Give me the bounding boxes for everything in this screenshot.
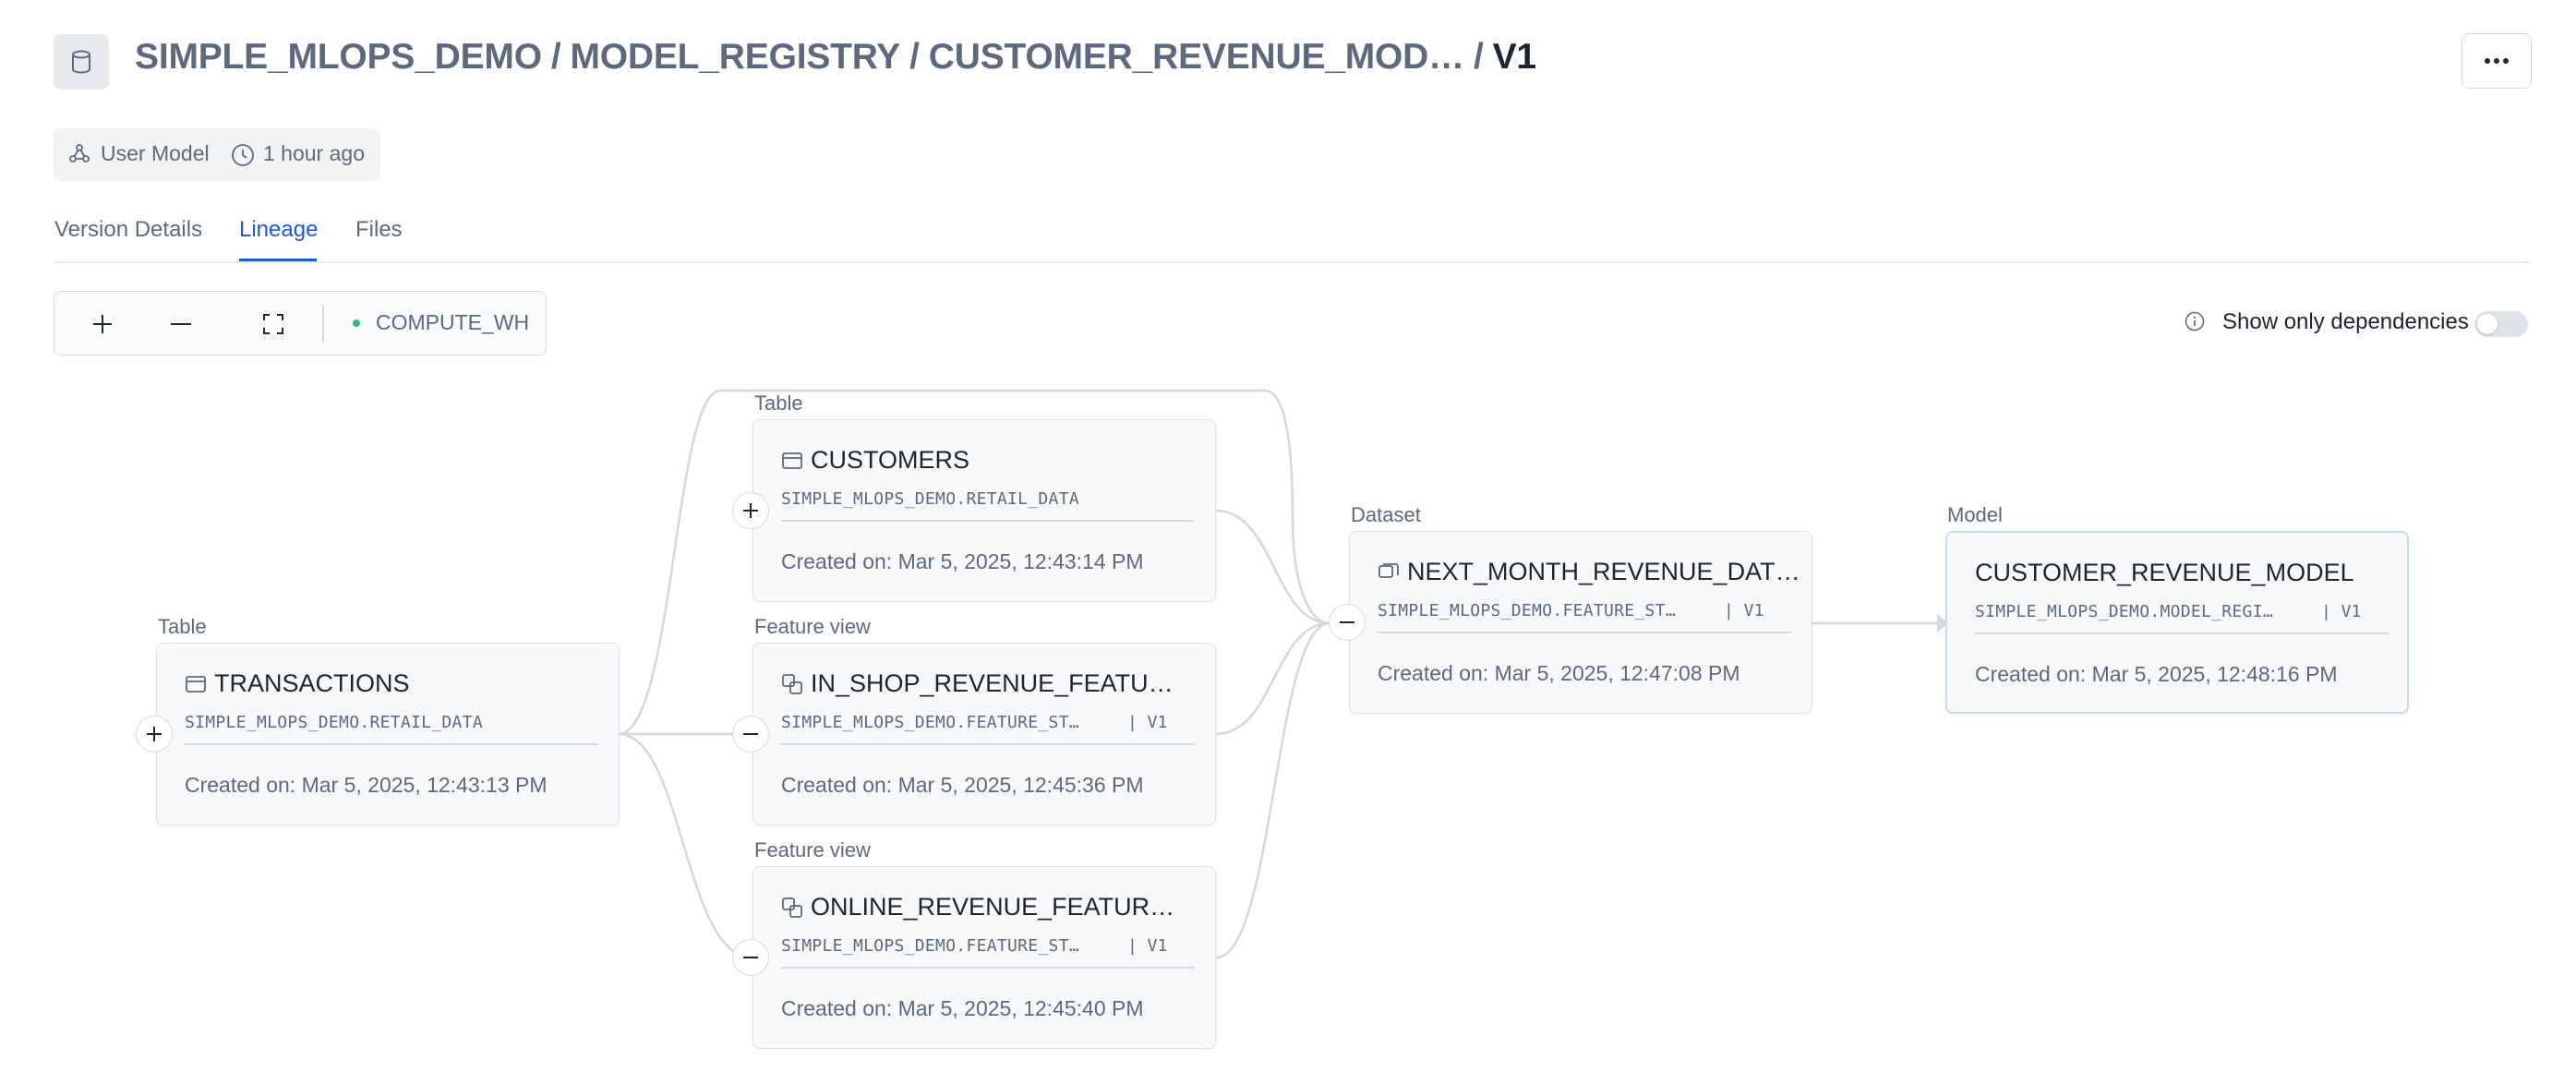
- node-divider: [185, 743, 598, 745]
- node-in-shop-revenue[interactable]: IN_SHOP_REVENUE_FEATU… SIMPLE_MLOPS_DEMO…: [752, 643, 1216, 825]
- node-created: Created on: Mar 5, 2025, 12:45:36 PM: [781, 773, 1144, 797]
- table-icon: [782, 452, 802, 469]
- group-label-transactions: Table: [158, 615, 207, 638]
- node-divider: [781, 743, 1195, 745]
- node-created: Created on: Mar 5, 2025, 12:47:08 PM: [1378, 661, 1740, 685]
- edge-in-shop-dataset: [1215, 621, 1330, 736]
- feature-view-icon: [782, 674, 802, 694]
- node-created: Created on: Mar 5, 2025, 12:43:14 PM: [781, 549, 1144, 573]
- node-title: TRANSACTIONS: [214, 669, 410, 697]
- expand-upstream-customers-button[interactable]: [732, 492, 769, 529]
- node-divider: [1378, 632, 1791, 633]
- edge-online-dataset: [1215, 621, 1330, 959]
- node-path: SIMPLE_MLOPS_DEMO.FEATURE_ST…: [1378, 601, 1676, 620]
- group-label-online: Feature view: [754, 838, 871, 861]
- group-label-dataset: Dataset: [1351, 503, 1421, 526]
- node-created: Created on: Mar 5, 2025, 12:43:13 PM: [185, 773, 548, 797]
- collapse-upstream-dataset-button[interactable]: [1329, 604, 1366, 641]
- dataset-icon: [1378, 563, 1399, 578]
- node-version: | V1: [1127, 713, 1168, 732]
- table-icon: [186, 676, 206, 693]
- node-title: NEXT_MONTH_REVENUE_DAT…: [1407, 558, 1800, 585]
- node-path: SIMPLE_MLOPS_DEMO.MODEL_REGI…: [1975, 602, 2273, 621]
- node-online-revenue[interactable]: ONLINE_REVENUE_FEATUR… SIMPLE_MLOPS_DEMO…: [752, 866, 1216, 1049]
- collapse-upstream-in-shop-button[interactable]: [732, 716, 769, 753]
- node-version: | V1: [2321, 602, 2362, 621]
- node-divider: [781, 520, 1195, 522]
- node-title: ONLINE_REVENUE_FEATUR…: [811, 893, 1175, 921]
- node-title: IN_SHOP_REVENUE_FEATU…: [811, 669, 1174, 697]
- node-version: | V1: [1127, 936, 1168, 956]
- node-path: SIMPLE_MLOPS_DEMO.FEATURE_ST…: [781, 713, 1079, 732]
- node-created: Created on: Mar 5, 2025, 12:45:40 PM: [781, 996, 1144, 1020]
- edge-transactions-online: [618, 732, 753, 959]
- expand-upstream-transactions-button[interactable]: [136, 716, 173, 753]
- feature-view-icon: [782, 897, 802, 918]
- node-version: | V1: [1724, 601, 1764, 620]
- node-created: Created on: Mar 5, 2025, 12:48:16 PM: [1975, 662, 2338, 686]
- node-transactions[interactable]: TRANSACTIONS SIMPLE_MLOPS_DEMO.RETAIL_DA…: [156, 643, 620, 825]
- node-title: CUSTOMERS: [811, 446, 970, 474]
- node-dataset[interactable]: NEXT_MONTH_REVENUE_DAT… SIMPLE_MLOPS_DEM…: [1349, 531, 1812, 714]
- edge-customers-dataset: [1215, 509, 1330, 625]
- node-title: CUSTOMER_REVENUE_MODEL: [1975, 559, 2354, 586]
- node-path: SIMPLE_MLOPS_DEMO.FEATURE_ST…: [781, 936, 1079, 956]
- collapse-upstream-online-button[interactable]: [732, 939, 769, 976]
- node-path: SIMPLE_MLOPS_DEMO.RETAIL_DATA: [781, 489, 1079, 509]
- node-customers[interactable]: CUSTOMERS SIMPLE_MLOPS_DEMO.RETAIL_DATA …: [752, 419, 1216, 602]
- group-label-in-shop: Feature view: [754, 615, 871, 638]
- node-divider: [1975, 632, 2389, 634]
- group-label-customers: Table: [754, 391, 803, 415]
- node-path: SIMPLE_MLOPS_DEMO.RETAIL_DATA: [185, 713, 483, 732]
- group-label-model: Model: [1947, 503, 2003, 526]
- node-model[interactable]: CUSTOMER_REVENUE_MODEL SIMPLE_MLOPS_DEMO…: [1945, 531, 2409, 714]
- node-divider: [781, 967, 1195, 969]
